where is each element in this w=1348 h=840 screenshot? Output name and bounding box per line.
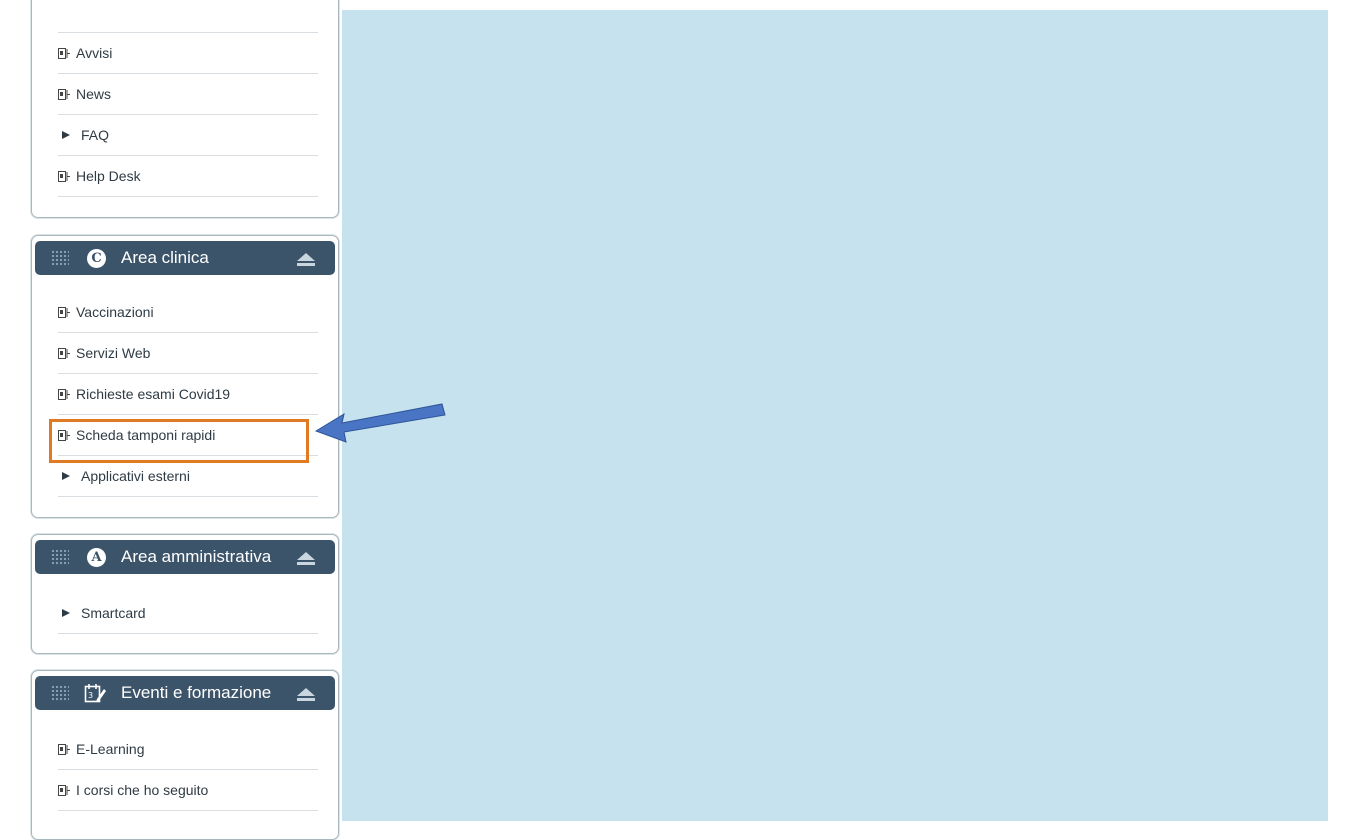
- content-area: [342, 10, 1328, 821]
- page-icon: [58, 347, 70, 359]
- menu-top: Avvisi News FAQ Help Desk: [58, 0, 318, 197]
- menu-item-hidden[interactable]: [58, 0, 318, 33]
- menu-item-avvisi[interactable]: Avvisi: [58, 33, 318, 74]
- menu-item-label: E-Learning: [76, 741, 145, 757]
- triangle-right-icon: [62, 472, 70, 480]
- menu-item-label: News: [76, 86, 112, 102]
- panel-eventi-formazione: 3 Eventi e formazione E-Learning I corsi…: [31, 670, 339, 840]
- collapse-icon[interactable]: [295, 686, 317, 702]
- calendar-edit-icon: 3: [84, 684, 106, 703]
- collapse-icon[interactable]: [295, 550, 317, 566]
- menu-item-richieste-esami-covid19[interactable]: Richieste esami Covid19: [58, 374, 318, 415]
- panel-header[interactable]: 3 Eventi e formazione: [35, 676, 335, 710]
- menu-item-vaccinazioni[interactable]: Vaccinazioni: [58, 292, 318, 333]
- menu-item-label: Servizi Web: [76, 345, 151, 361]
- pointer-arrow-icon: [314, 403, 446, 443]
- menu-item-label: Vaccinazioni: [76, 304, 154, 320]
- menu-item-smartcard[interactable]: Smartcard: [58, 593, 318, 634]
- page-icon: [58, 47, 70, 59]
- panel-header[interactable]: A Area amministrativa: [35, 540, 335, 574]
- page-icon: [58, 743, 70, 755]
- svg-text:3: 3: [88, 691, 93, 700]
- menu-item-label: Richieste esami Covid19: [76, 386, 231, 402]
- letter-a-icon: A: [87, 548, 106, 567]
- page-icon: [58, 388, 70, 400]
- page-icon: [58, 306, 70, 318]
- menu-item-label: Smartcard: [81, 605, 146, 621]
- triangle-right-icon: [62, 609, 70, 617]
- page-icon: [58, 88, 70, 100]
- menu-item-label: Help Desk: [76, 168, 141, 184]
- menu-item-news[interactable]: News: [58, 74, 318, 115]
- menu-item-e-learning[interactable]: E-Learning: [58, 729, 318, 770]
- menu-item-label: I corsi che ho seguito: [76, 782, 209, 798]
- page-icon: [58, 784, 70, 796]
- menu-item-servizi-web[interactable]: Servizi Web: [58, 333, 318, 374]
- menu-area-amministrativa: Smartcard: [58, 593, 318, 634]
- drag-handle-icon[interactable]: [51, 250, 69, 267]
- highlight-box: [49, 419, 309, 463]
- panel-area-amministrativa: A Area amministrativa Smartcard: [31, 534, 339, 654]
- menu-item-label: Applicativi esterni: [81, 468, 190, 484]
- drag-handle-icon[interactable]: [51, 549, 69, 566]
- panel-area-clinica: C Area clinica Vaccinazioni Servizi Web …: [31, 235, 339, 518]
- panel-title: Eventi e formazione: [121, 683, 272, 702]
- menu-area-clinica: Vaccinazioni Servizi Web Richieste esami…: [58, 292, 318, 497]
- menu-item-label: FAQ: [81, 127, 110, 143]
- letter-c-icon: C: [87, 249, 106, 268]
- menu-item-faq[interactable]: FAQ: [58, 115, 318, 156]
- menu-item-i-corsi-che-ho-seguito[interactable]: I corsi che ho seguito: [58, 770, 318, 811]
- panel-top: Avvisi News FAQ Help Desk: [31, 0, 339, 218]
- menu-eventi-formazione: E-Learning I corsi che ho seguito: [58, 729, 318, 811]
- menu-item-help-desk[interactable]: Help Desk: [58, 156, 318, 197]
- panel-header[interactable]: C Area clinica: [35, 241, 335, 275]
- collapse-icon[interactable]: [295, 251, 317, 267]
- panel-title: Area amministrativa: [121, 547, 272, 566]
- page-icon: [58, 170, 70, 182]
- panel-title: Area clinica: [121, 248, 209, 267]
- triangle-right-icon: [62, 131, 70, 139]
- menu-item-label: Avvisi: [76, 45, 113, 61]
- drag-handle-icon[interactable]: [51, 685, 69, 702]
